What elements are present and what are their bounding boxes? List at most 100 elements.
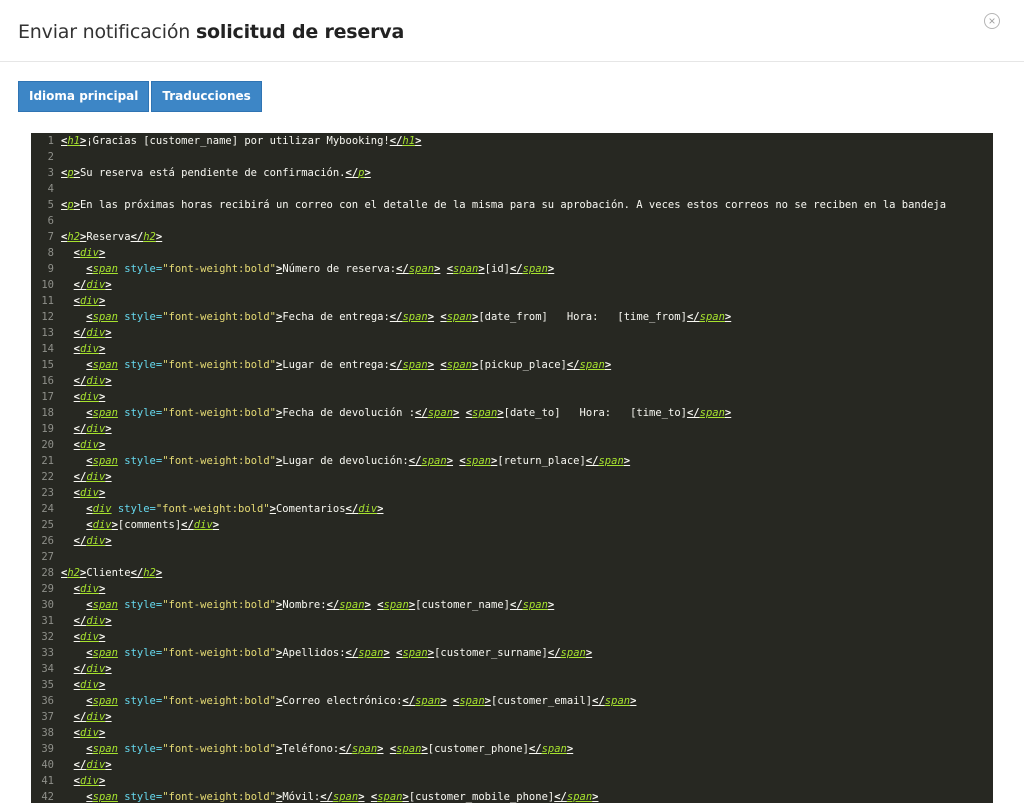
code-token: Nombre: [282,599,327,611]
line-number: 25 [41,519,54,531]
code-line[interactable]: 19 </div> [31,421,993,437]
code-line[interactable]: 18 <span style="font-weight:bold">Fecha … [31,405,993,421]
code-token: span [383,599,409,611]
code-line[interactable]: 4 [31,181,993,197]
line-number: 16 [41,375,54,387]
code-token: </ [396,263,409,275]
code-line[interactable]: 41 <div> [31,773,993,789]
code-text: <span style="font-weight:bold">Fecha de … [61,407,731,419]
code-line[interactable]: 33 <span style="font-weight:bold">Apelli… [31,645,993,661]
code-token: h2 [67,231,80,243]
line-number: 14 [41,343,54,355]
line-number: 13 [41,327,54,339]
line-number: 41 [41,775,54,787]
code-token: > [98,631,106,643]
code-token: span [92,311,118,323]
code-line[interactable]: 27 [31,549,993,565]
tab-main-language[interactable]: Idioma principal [18,81,150,112]
code-line[interactable]: 12 <span style="font-weight:bold">Fecha … [31,309,993,325]
code-token: [customer_mobile_phone] [408,791,555,803]
code-line[interactable]: 21 <span style="font-weight:bold">Lugar … [31,453,993,469]
code-token: div [92,503,112,515]
line-number: 20 [41,439,54,451]
code-text: <div> [61,727,106,739]
code-token: div [79,631,99,643]
code-line[interactable]: 13 </div> [31,325,993,341]
code-line[interactable]: 34 </div> [31,661,993,677]
code-line[interactable]: 17 <div> [31,389,993,405]
code-line[interactable]: 3 <p>Su reserva está pendiente de confirm… [31,165,993,181]
code-line[interactable]: 15 <span style="font-weight:bold">Lugar … [31,357,993,373]
code-token: Reserva [86,231,131,243]
code-line[interactable]: 16 </div> [31,373,993,389]
code-line[interactable]: 6 [31,213,993,229]
code-token: </ [73,471,87,483]
code-token: style= [124,455,163,467]
code-text: </div> [61,279,112,291]
code-line[interactable]: 40 </div> [31,757,993,773]
code-editor[interactable]: 1 <h1>¡Gracias [customer_name] por utiliz… [31,133,993,803]
code-token: > [98,439,106,451]
code-token: span [598,455,624,467]
code-line[interactable]: 26 </div> [31,533,993,549]
close-icon[interactable]: × [984,13,1000,29]
code-token: > [98,583,106,595]
code-line[interactable]: 29 <div> [31,581,993,597]
code-token: style= [124,791,163,803]
code-token: > [547,263,555,275]
code-line[interactable]: 31 </div> [31,613,993,629]
code-line[interactable]: 32 <div> [31,629,993,645]
code-text: </div> [61,375,112,387]
code-token: span [699,311,725,323]
code-line[interactable]: 35 <div> [31,677,993,693]
code-line[interactable]: 20 <div> [31,437,993,453]
code-token: > [98,727,106,739]
code-line[interactable]: 1 <h1>¡Gracias [customer_name] por utiliz… [31,133,993,149]
line-number: 17 [41,391,54,403]
code-token: Fecha de entrega: [282,311,390,323]
code-token: > [155,567,163,579]
code-token: span [699,407,725,419]
code-line[interactable]: 28 <h2>Cliente</h2> [31,565,993,581]
code-line[interactable]: 37 </div> [31,709,993,725]
code-text: </div> [61,711,112,723]
code-text: <div> [61,775,106,787]
code-line[interactable]: 10 </div> [31,277,993,293]
code-text: </div> [61,471,112,483]
code-line[interactable]: 8 <div> [31,245,993,261]
code-line[interactable]: 39 <span style="font-weight:bold">Teléfo… [31,741,993,757]
code-line[interactable]: 23 <div> [31,485,993,501]
code-text: <div> [61,247,106,259]
code-line[interactable]: 14 <div> [31,341,993,357]
code-text: <p>Su reserva está pendiente de confirma… [61,167,371,179]
code-token: span [415,695,441,707]
line-number: 40 [41,759,54,771]
code-line[interactable]: 11 <div> [31,293,993,309]
code-line[interactable]: 7 <h2>Reserva</h2> [31,229,993,245]
tab-translations[interactable]: Traducciones [151,81,262,112]
code-line[interactable]: 42 <span style="font-weight:bold">Móvil:… [31,789,993,803]
code-line[interactable]: 30 <span style="font-weight:bold">Nombre… [31,597,993,613]
code-token: Teléfono: [282,743,340,755]
line-number: 6 [47,215,54,227]
code-line[interactable]: 22 </div> [31,469,993,485]
code-token: style= [124,359,163,371]
code-line[interactable]: 25 <div>[comments]</div> [31,517,993,533]
code-line[interactable]: 24 <div style="font-weight:bold">Comenta… [31,501,993,517]
code-line[interactable]: 38 <div> [31,725,993,741]
code-token: [date_from] Hora: [time_from] [478,311,687,323]
code-token: > [604,359,612,371]
code-token: span [339,599,365,611]
code-line[interactable]: 2 [31,149,993,165]
code-token: div [79,295,99,307]
code-line[interactable]: 5 <p>En las próximas horas recibirá un co… [31,197,993,213]
code-line[interactable]: 9 <span style="font-weight:bold">Número … [31,261,993,277]
code-token: span [92,455,118,467]
code-token: > [623,455,631,467]
code-token: div [79,775,99,787]
code-token: div [86,615,106,627]
code-line[interactable]: 36 <span style="font-weight:bold">Correo… [31,693,993,709]
code-token: > [724,407,732,419]
line-number: 27 [41,551,54,563]
code-token: div [79,343,99,355]
